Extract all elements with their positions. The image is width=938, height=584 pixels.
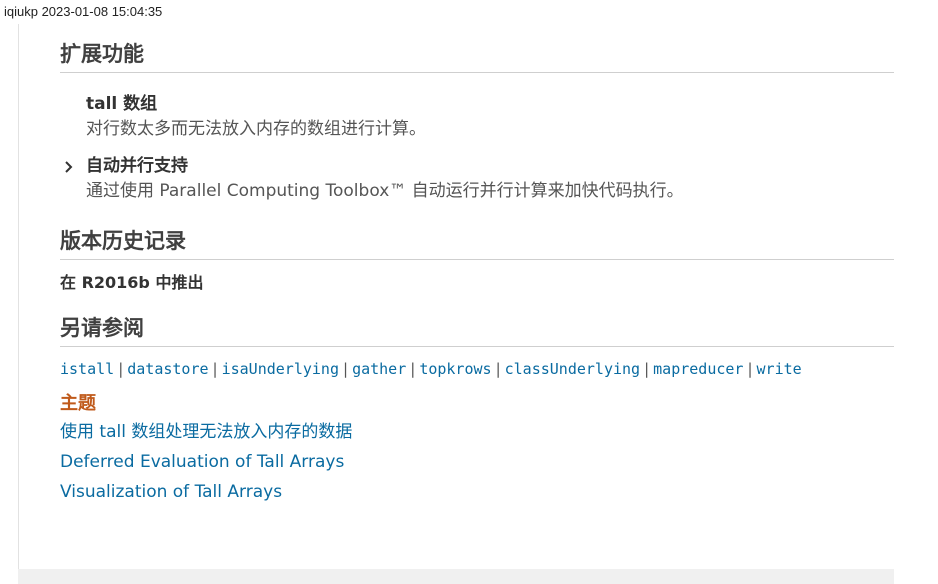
version-history-heading: 版本历史记录: [60, 227, 894, 260]
topic-link-visualization[interactable]: Visualization of Tall Arrays: [60, 477, 894, 507]
link-isaunderlying[interactable]: isaUnderlying: [222, 360, 339, 378]
capability-auto-parallel[interactable]: 自动并行支持 通过使用 Parallel Computing Toolbox™ …: [65, 155, 894, 203]
link-separator: |: [343, 360, 349, 378]
link-gather[interactable]: gather: [352, 360, 406, 378]
link-separator: |: [212, 360, 218, 378]
extended-capabilities-heading: 扩展功能: [60, 40, 894, 73]
link-separator: |: [747, 360, 753, 378]
link-classunderlying[interactable]: classUnderlying: [505, 360, 640, 378]
link-separator: |: [644, 360, 650, 378]
link-separator: |: [410, 360, 416, 378]
chevron-right-icon[interactable]: [64, 159, 74, 173]
see-also-links: istall | datastore | isaUnderlying | gather | to…: [60, 357, 894, 381]
link-istall[interactable]: istall: [60, 360, 114, 378]
timestamp-label: iqiukp 2023-01-08 15:04:35: [4, 4, 163, 19]
capability-title: tall 数组: [86, 94, 158, 114]
link-mapreducer[interactable]: mapreducer: [653, 360, 743, 378]
bottom-band: [18, 569, 894, 584]
link-topkrows[interactable]: topkrows: [419, 360, 491, 378]
topics-heading: 主题: [60, 393, 96, 414]
link-separator: |: [118, 360, 124, 378]
link-write[interactable]: write: [757, 360, 802, 378]
introduced-release: 在 R2016b 中推出: [60, 273, 204, 292]
topic-link-tall-arrays[interactable]: 使用 tall 数组处理无法放入内存的数据: [60, 417, 894, 447]
see-also-heading: 另请参阅: [60, 314, 894, 347]
left-border: [18, 24, 19, 569]
capability-title[interactable]: 自动并行支持: [86, 155, 894, 177]
capability-description: 对行数太多而无法放入内存的数组进行计算。: [86, 119, 426, 139]
doc-content: 扩展功能 tall 数组 对行数太多而无法放入内存的数组进行计算。 自动并行支持…: [60, 40, 894, 507]
link-datastore[interactable]: datastore: [127, 360, 208, 378]
capability-description: 通过使用 Parallel Computing Toolbox™ 自动运行并行计…: [86, 181, 684, 201]
link-separator: |: [495, 360, 501, 378]
topic-link-deferred-evaluation[interactable]: Deferred Evaluation of Tall Arrays: [60, 447, 894, 477]
capability-tall-arrays: tall 数组 对行数太多而无法放入内存的数组进行计算。: [86, 93, 894, 141]
